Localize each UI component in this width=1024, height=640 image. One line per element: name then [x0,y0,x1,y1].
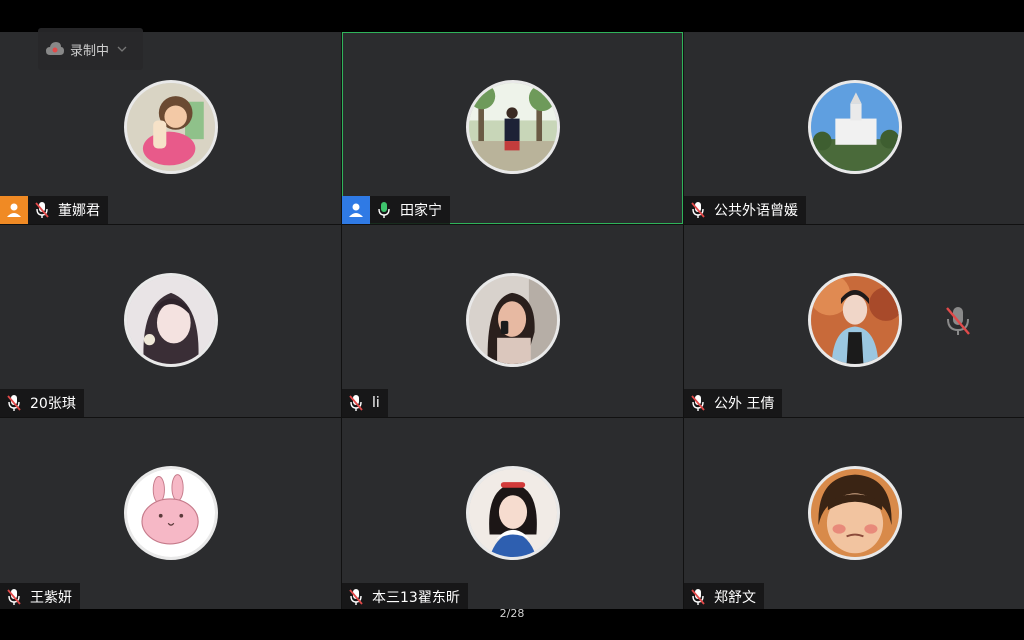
mic-muted-icon [944,305,972,337]
child-face-avatar [808,466,902,560]
anime-girl-avatar [123,273,218,367]
participant-tile[interactable]: 公外 王倩 [684,225,1024,417]
snow-white-avatar [465,466,560,560]
recording-indicator[interactable]: 录制中 [38,28,143,70]
cohost-icon [342,196,370,224]
mic-muted-icon [4,389,24,417]
participant-name: 董娜君 [58,203,100,219]
pink-rabbit-avatar [123,466,218,560]
participant-tile[interactable]: 公共外语曾媛 [684,32,1024,224]
participant-tile[interactable]: li [342,225,683,417]
chevron-down-icon[interactable] [117,45,127,53]
mic-active-icon [374,196,394,224]
participant-tile[interactable]: 20张琪 [0,225,341,417]
participant-name: li [372,395,380,411]
participant-name: 郑舒文 [714,590,756,606]
name-tag: 董娜君 [0,196,108,224]
participant-name: 本三13翟东昕 [372,590,460,606]
name-tag: 公共外语曾媛 [684,196,806,224]
top-bar [0,0,1024,32]
building-photo-avatar [808,80,902,174]
participant-name: 公共外语曾媛 [714,203,798,219]
participant-name: 20张琪 [30,396,76,412]
participant-tile-active-speaker[interactable]: 田家宁 [342,32,683,224]
cloud-icon [46,42,64,55]
participant-tile[interactable]: 王紫妍 [0,418,341,611]
participant-tile[interactable]: 郑舒文 [684,418,1024,611]
name-tag: 田家宁 [342,196,450,224]
page-indicator: 2/28 [499,607,525,620]
video-grid: 董娜君 田家宁 公共外语曾媛 20张琪 li 公外 王倩 王紫妍 本三13翟东昕… [0,32,1024,611]
mic-muted-icon [32,196,52,224]
participant-name: 田家宁 [400,203,442,219]
name-tag: 20张琪 [0,389,84,417]
mic-muted-icon [688,196,708,224]
portrait-photo-avatar [465,273,560,367]
participant-tile[interactable]: 本三13翟东昕 [342,418,683,611]
host-icon [0,196,28,224]
name-tag: 公外 王倩 [684,389,783,417]
cartoon-girl-avatar [123,80,218,174]
participant-name: 王紫妍 [30,590,72,606]
participant-name: 公外 王倩 [714,396,775,412]
recording-label: 录制中 [70,43,110,59]
mic-muted-icon [688,389,708,417]
mic-muted-icon [346,389,366,417]
outdoor-photo-avatar [465,80,560,174]
selfie-photo-avatar [808,273,902,367]
name-tag: li [342,389,388,417]
